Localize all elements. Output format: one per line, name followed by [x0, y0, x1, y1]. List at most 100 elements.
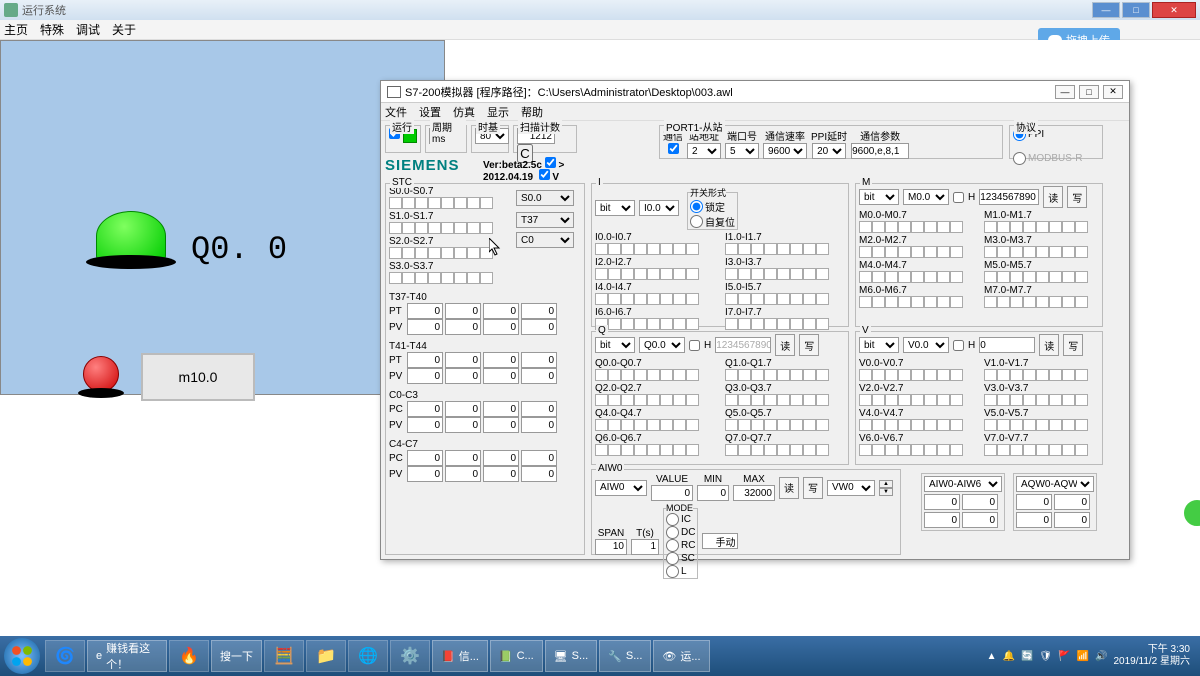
aqw-out-select[interactable]: AQW0-AQW6: [1016, 476, 1094, 492]
bit-cell[interactable]: [859, 221, 872, 233]
bit-cell[interactable]: [872, 296, 885, 308]
bit-cell[interactable]: [950, 271, 963, 283]
bit-cell[interactable]: [402, 222, 415, 234]
bit-cell[interactable]: [937, 296, 950, 308]
bit-cell[interactable]: [885, 221, 898, 233]
task-ie[interactable]: e 赚钱看这个！: [87, 640, 167, 672]
bit-cell[interactable]: [937, 246, 950, 258]
menu-special[interactable]: 特殊: [40, 21, 64, 38]
bit-cell[interactable]: [911, 419, 924, 431]
bit-cell[interactable]: [1010, 419, 1023, 431]
q-h-input[interactable]: [715, 337, 771, 353]
sim-menu-display[interactable]: 显示: [487, 104, 509, 120]
bit-cell[interactable]: [686, 369, 699, 381]
bit-cell[interactable]: [859, 369, 872, 381]
bit-cell[interactable]: [924, 369, 937, 381]
bit-cell[interactable]: [725, 243, 738, 255]
port-ppi-select[interactable]: 20: [812, 143, 846, 159]
bit-cell[interactable]: [803, 394, 816, 406]
bit-cell[interactable]: [634, 268, 647, 280]
bit-cell[interactable]: [1010, 296, 1023, 308]
bit-cell[interactable]: [647, 419, 660, 431]
bit-cell[interactable]: [467, 197, 480, 209]
sim-titlebar[interactable]: S7-200模拟器 [程序路径]：C:\Users\Administrator\…: [381, 81, 1129, 103]
aiw-out-select[interactable]: AIW0-AIW6: [924, 476, 1002, 492]
q-h-chk[interactable]: [689, 340, 700, 351]
tray-vol-icon[interactable]: 🔊: [1095, 651, 1107, 662]
bit-cell[interactable]: [1023, 369, 1036, 381]
bit-cell[interactable]: [816, 444, 829, 456]
aiw-value[interactable]: [651, 485, 693, 501]
bit-cell[interactable]: [660, 394, 673, 406]
m-h-chk[interactable]: [953, 192, 964, 203]
bit-cell[interactable]: [1075, 394, 1088, 406]
bit-cell[interactable]: [1062, 444, 1075, 456]
bit-cell[interactable]: [872, 271, 885, 283]
bit-cell[interactable]: [984, 221, 997, 233]
ver-chk[interactable]: [545, 157, 556, 168]
bit-cell[interactable]: [415, 197, 428, 209]
bit-cell[interactable]: [673, 318, 686, 330]
s-select-2[interactable]: C0: [516, 232, 574, 248]
bit-cell[interactable]: [751, 394, 764, 406]
bit-cell[interactable]: [816, 243, 829, 255]
bit-cell[interactable]: [1075, 271, 1088, 283]
bit-cell[interactable]: [634, 419, 647, 431]
bit-cell[interactable]: [984, 394, 997, 406]
bit-cell[interactable]: [816, 268, 829, 280]
bit-cell[interactable]: [441, 197, 454, 209]
vw-select[interactable]: VW0: [827, 480, 875, 496]
bit-cell[interactable]: [898, 221, 911, 233]
bit-cell[interactable]: [1062, 419, 1075, 431]
menu-about[interactable]: 关于: [112, 21, 136, 38]
sim-menu-settings[interactable]: 设置: [419, 104, 441, 120]
bit-cell[interactable]: [950, 444, 963, 456]
bit-cell[interactable]: [950, 221, 963, 233]
bit-cell[interactable]: [1062, 394, 1075, 406]
sim-max-button[interactable]: □: [1079, 85, 1099, 99]
bit-cell[interactable]: [1062, 221, 1075, 233]
bit-cell[interactable]: [950, 419, 963, 431]
tray-sync-icon[interactable]: 🔄: [1021, 651, 1033, 662]
bit-cell[interactable]: [997, 369, 1010, 381]
bit-cell[interactable]: [1062, 271, 1075, 283]
bit-cell[interactable]: [621, 293, 634, 305]
bit-cell[interactable]: [725, 318, 738, 330]
bit-cell[interactable]: [725, 394, 738, 406]
bit-cell[interactable]: [595, 419, 608, 431]
task-app-4[interactable]: 🔧 S...: [599, 640, 651, 672]
task-icon-gear[interactable]: ⚙️: [390, 640, 430, 672]
bit-cell[interactable]: [816, 369, 829, 381]
sim-menu-help[interactable]: 帮助: [521, 104, 543, 120]
bit-cell[interactable]: [1036, 271, 1049, 283]
bit-cell[interactable]: [1036, 394, 1049, 406]
bit-cell[interactable]: [621, 268, 634, 280]
bit-cell[interactable]: [872, 246, 885, 258]
q-read-button[interactable]: 读: [775, 334, 795, 356]
bit-cell[interactable]: [389, 222, 402, 234]
bit-cell[interactable]: [608, 394, 621, 406]
bit-cell[interactable]: [389, 197, 402, 209]
bit-cell[interactable]: [803, 268, 816, 280]
bit-cell[interactable]: [764, 419, 777, 431]
bit-cell[interactable]: [1049, 221, 1062, 233]
bit-cell[interactable]: [441, 247, 454, 259]
task-app-3[interactable]: 🖥 S...: [545, 640, 597, 672]
m10-button[interactable]: m10.0: [141, 353, 255, 401]
bit-cell[interactable]: [480, 272, 493, 284]
aiw-manual[interactable]: [702, 533, 738, 549]
bit-cell[interactable]: [984, 419, 997, 431]
port-baud-select[interactable]: 9600: [763, 143, 807, 159]
q-addr-select[interactable]: Q0.0: [639, 337, 685, 353]
start-button[interactable]: [4, 638, 40, 674]
bit-cell[interactable]: [467, 247, 480, 259]
bit-cell[interactable]: [872, 221, 885, 233]
bit-cell[interactable]: [764, 369, 777, 381]
bit-cell[interactable]: [803, 243, 816, 255]
bit-cell[interactable]: [634, 318, 647, 330]
bit-cell[interactable]: [764, 318, 777, 330]
bit-cell[interactable]: [1075, 419, 1088, 431]
bit-cell[interactable]: [937, 394, 950, 406]
bit-cell[interactable]: [777, 293, 790, 305]
bit-cell[interactable]: [1049, 444, 1062, 456]
